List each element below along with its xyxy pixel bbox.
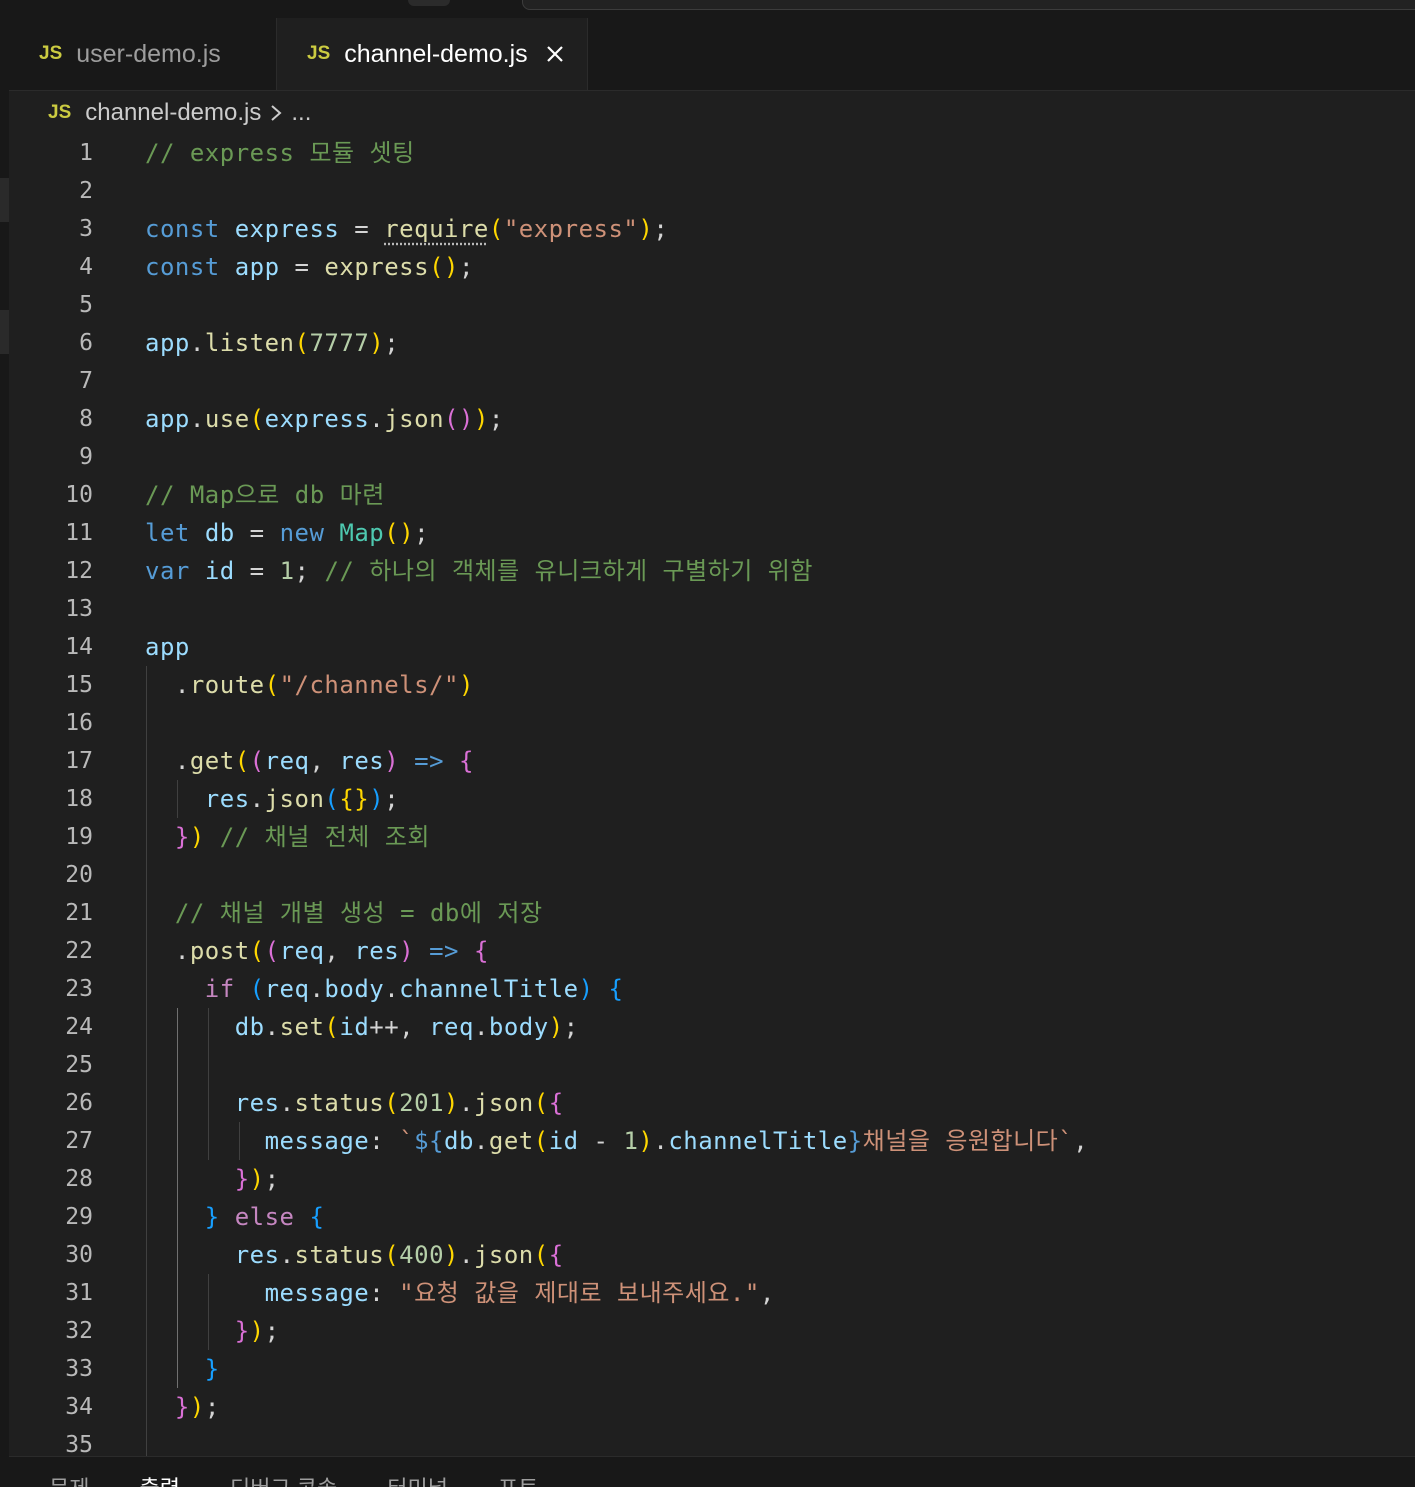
line-number: 10 [65,482,93,508]
vscode-window: JS user-demo.js JS channel-demo.js JS ch… [0,0,1415,1487]
code-line: // express 모듈 셋팅 [145,139,415,167]
code-line: // Map으로 db 마련 [145,481,385,509]
line-number: 12 [65,558,93,584]
code-line: let db = new Map(); [145,519,430,547]
command-center-search[interactable] [522,0,1415,10]
line-number: 28 [65,1166,93,1192]
layout-button[interactable] [408,0,450,6]
bottom-panel: 문제 출력 디버그 콘솔 터미널 포트 [9,1456,1415,1487]
code-editor[interactable]: 1 // express 모듈 셋팅 2 3 const express = req… [9,134,1415,1456]
javascript-file-icon: JS [307,43,331,64]
line-number: 35 [65,1432,93,1456]
line-number: 31 [65,1280,93,1306]
code-line: // 채널 개별 생성 = db에 저장 [174,899,543,927]
line-number: 21 [65,900,93,926]
code-line: app.listen(7777); [145,329,400,357]
code-line: db.set(id++, req.body); [234,1013,579,1041]
code-line: const express = require("express"); [145,215,669,243]
line-number: 25 [65,1052,93,1078]
code-line: }); [234,1317,280,1345]
javascript-file-icon: JS [39,43,63,64]
line-number: 13 [65,596,93,622]
activity-indicator [0,310,9,354]
panel-tabs: 문제 출력 디버그 콘솔 터미널 포트 [49,1471,539,1487]
line-number: 30 [65,1242,93,1268]
line-number: 23 [65,976,93,1002]
breadcrumb-more[interactable]: ... [291,99,311,127]
code-line: .get((req, res) => { [145,747,474,775]
tab-label: channel-demo.js [344,39,528,68]
line-number: 9 [79,444,93,470]
code-line: app [145,633,190,661]
tab-label: user-demo.js [76,39,221,68]
code-line: .post((req, res) => { [145,937,489,965]
line-number: 20 [65,862,93,888]
line-number: 7 [79,368,93,394]
line-number: 5 [79,292,93,318]
close-icon[interactable] [544,43,566,65]
code-line: var id = 1; // 하나의 객체를 유니크하게 구별하기 위함 [145,557,813,585]
line-number: 26 [65,1090,93,1116]
line-number: 15 [65,672,93,698]
line-number: 27 [65,1128,93,1154]
breadcrumb-file[interactable]: channel-demo.js [85,99,261,127]
code-line: res.status(400).json({ [234,1241,564,1269]
line-number: 3 [79,216,93,242]
panel-tab-debug-console[interactable]: 디버그 콘솔 [230,1471,337,1487]
line-number: 1 [79,140,93,166]
line-number: 32 [65,1318,93,1344]
code-line: }); [174,1393,220,1421]
line-number: 24 [65,1014,93,1040]
line-number: 11 [65,520,93,546]
activity-bar [0,18,9,1487]
line-number: 4 [79,254,93,280]
line-number: 19 [65,824,93,850]
line-number: 34 [65,1394,93,1420]
line-number: 22 [65,938,93,964]
panel-tab-output[interactable]: 출력 [139,1471,179,1487]
code-line: res.status(201).json({ [234,1089,564,1117]
line-number: 6 [79,330,93,356]
code-line: }); [234,1165,280,1193]
title-bar [0,0,1415,18]
code-line: app.use(express.json()); [145,405,504,433]
line-number: 18 [65,786,93,812]
line-number: 2 [79,178,93,204]
line-number: 8 [79,406,93,432]
line-number: 14 [65,634,93,660]
editor-tab-bar: JS user-demo.js JS channel-demo.js [9,18,1415,91]
breadcrumb: JS channel-demo.js ... [48,93,311,133]
code-line: message: `${db.get(id - 1).channelTitle}… [264,1127,1089,1155]
code-line: } [204,1355,220,1383]
code-line: } else { [204,1203,325,1231]
line-number: 16 [65,710,93,736]
activity-indicator [0,178,9,222]
code-line: .route("/channels/") [145,671,474,699]
panel-tab-terminal[interactable]: 터미널 [387,1471,448,1487]
tab-user-demo[interactable]: JS user-demo.js [9,18,277,90]
line-number: 29 [65,1204,93,1230]
code-line: message: "요청 값을 제대로 보내주세요.", [264,1279,775,1307]
line-number: 17 [65,748,93,774]
code-line: res.json({}); [204,785,400,813]
code-line: if (req.body.channelTitle) { [204,975,624,1003]
javascript-file-icon: JS [48,102,72,123]
chevron-right-icon [269,103,283,123]
tab-channel-demo[interactable]: JS channel-demo.js [277,18,588,90]
code-line: }) // 채널 전체 조회 [174,823,430,851]
line-number: 33 [65,1356,93,1382]
panel-tab-problems[interactable]: 문제 [49,1471,89,1487]
panel-tab-ports[interactable]: 포트 [498,1471,538,1487]
code-line: const app = express(); [145,253,474,281]
